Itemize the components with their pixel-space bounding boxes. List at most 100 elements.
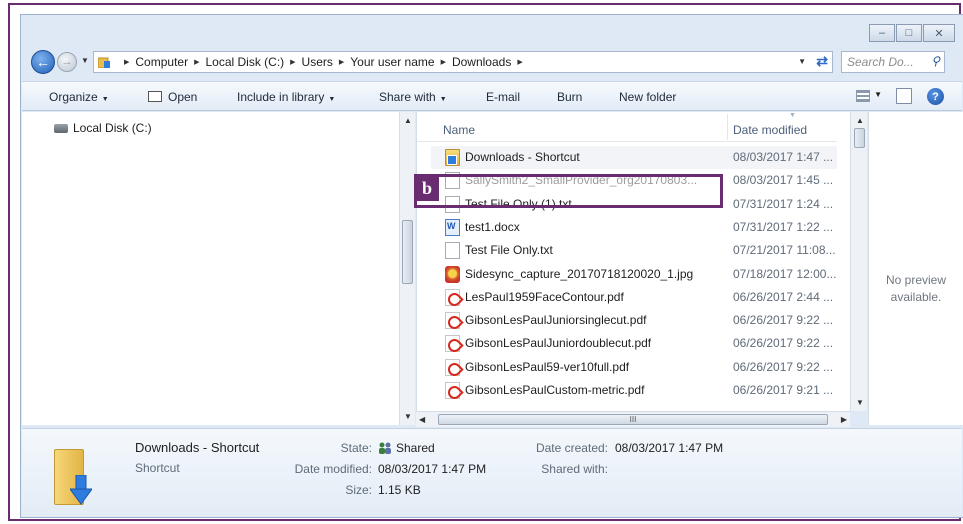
file-row[interactable]: GibsonLesPaulJuniorsinglecut.pdf 06/26/20… — [431, 309, 837, 332]
file-list-horizontal-scrollbar[interactable]: ◀ III ▶ — [416, 411, 850, 427]
preview-message: No preview available. — [869, 272, 963, 306]
breadcrumb-user-name[interactable]: Your user name — [350, 55, 434, 69]
file-name: GibsonLesPaulCustom-metric.pdf — [465, 383, 645, 397]
details-state-label: State: — [340, 441, 372, 455]
address-dropdown-icon[interactable]: ▼ — [798, 57, 806, 66]
new-folder-label: New folder — [619, 90, 677, 104]
search-icon[interactable]: ⚲ — [931, 54, 940, 68]
details-size-value: 1.15 KB — [378, 483, 421, 497]
file-name: GibsonLesPaulJuniorsinglecut.pdf — [465, 313, 647, 328]
details-item-name: Downloads - Shortcut — [135, 440, 260, 455]
breadcrumb-separator-icon[interactable]: ▶ — [441, 58, 446, 66]
details-date-modified-value: 08/03/2017 1:47 PM — [378, 462, 487, 476]
scroll-left-icon[interactable]: ◀ — [419, 415, 425, 424]
include-in-library-label: Include in library — [237, 90, 325, 104]
nav-item-label: Local Disk (C:) — [73, 121, 152, 135]
file-name: GibsonLesPaulJuniordoublecut.pdf — [465, 336, 652, 351]
address-bar[interactable]: ▶ Computer ▶ Local Disk (C:) ▶ Users ▶ Y… — [93, 51, 833, 73]
file-row[interactable]: GibsonLesPaulCustom-metric.pdf 06/26/2017… — [431, 379, 837, 402]
maximize-icon[interactable]: □ — [896, 24, 922, 42]
minimize-icon[interactable]: – — [869, 24, 895, 42]
back-arrow-icon[interactable]: ← — [31, 50, 55, 74]
scroll-up-icon[interactable]: ▲ — [404, 116, 412, 125]
file-row[interactable]: SallySmith2_SmallProvider_org20170803...… — [431, 169, 837, 192]
open-button[interactable]: Open — [148, 90, 197, 104]
navigation-scrollbar[interactable]: ▲ ▼ — [399, 112, 415, 425]
new-folder-button[interactable]: New folder — [619, 90, 676, 104]
preview-pane-icon[interactable] — [896, 88, 912, 104]
open-label: Open — [168, 90, 198, 104]
details-date-created-label: Date created: — [535, 441, 608, 455]
burn-button[interactable]: Burn — [557, 90, 582, 104]
breadcrumb-separator-icon[interactable]: ▶ — [517, 58, 522, 66]
column-header-name[interactable]: Name — [443, 123, 475, 137]
change-view-icon[interactable] — [856, 90, 870, 102]
organize-button[interactable]: Organize ▼ — [49, 90, 109, 104]
breadcrumb: ▶ Computer ▶ Local Disk (C:) ▶ Users ▶ Y… — [118, 55, 529, 69]
file-row[interactable]: Downloads - Shortcut 08/03/2017 1:47 ... — [431, 146, 837, 169]
scroll-down-icon[interactable]: ▼ — [856, 398, 864, 407]
breadcrumb-local-disk[interactable]: Local Disk (C:) — [205, 55, 284, 69]
breadcrumb-computer[interactable]: Computer — [135, 55, 188, 69]
file-name: GibsonLesPaul59-ver10full.pdf — [465, 359, 630, 374]
file-list: Name ▼ Date modified Downloads - Shortcu… — [416, 112, 850, 425]
file-date-modified: 07/21/2017 11:08... — [733, 243, 836, 258]
help-label: ? — [932, 90, 939, 103]
pdf-icon — [445, 312, 460, 330]
details-date-created-value: 08/03/2017 1:47 PM — [615, 441, 724, 455]
close-icon[interactable]: ✕ — [923, 24, 955, 42]
chevron-down-icon: ▼ — [439, 96, 447, 103]
details-date-modified-label: Date modified: — [294, 462, 372, 476]
breadcrumb-users[interactable]: Users — [302, 55, 333, 69]
file-name: Downloads - Shortcut — [465, 150, 580, 164]
chevron-down-icon: ▼ — [328, 96, 336, 103]
scrollbar-thumb[interactable] — [854, 128, 865, 148]
chevron-down-icon: ▼ — [101, 96, 109, 103]
file-date-modified: 06/26/2017 9:22 ... — [733, 359, 834, 374]
scrollbar-thumb[interactable] — [402, 220, 413, 284]
column-divider[interactable] — [727, 114, 728, 140]
details-state-text: Shared — [396, 441, 435, 455]
view-options-chevron-icon[interactable]: ▼ — [874, 90, 882, 99]
pdf-icon — [445, 288, 460, 306]
file-row[interactable]: Test File Only (1).txt 07/31/2017 1:24 ..… — [431, 193, 837, 216]
breadcrumb-downloads[interactable]: Downloads — [452, 55, 511, 69]
email-button[interactable]: E-mail — [486, 90, 520, 104]
burn-label: Burn — [557, 90, 583, 104]
column-header-row: Name ▼ Date modified — [417, 112, 837, 142]
breadcrumb-separator-icon[interactable]: ▶ — [194, 58, 199, 66]
forward-arrow-icon[interactable]: → — [57, 52, 77, 72]
organize-label: Organize — [49, 90, 98, 104]
file-row[interactable]: Sidesync_capture_20170718120020_1.jpg 07/… — [431, 263, 837, 286]
include-in-library-button[interactable]: Include in library ▼ — [237, 90, 335, 104]
file-row[interactable]: GibsonLesPaul59-ver10full.pdf 06/26/2017 … — [431, 356, 837, 379]
search-input[interactable]: Search Do... ⚲ — [841, 51, 945, 73]
scroll-up-icon[interactable]: ▲ — [856, 116, 864, 125]
breadcrumb-separator-icon[interactable]: ▶ — [290, 58, 295, 66]
column-header-date-modified[interactable]: Date modified — [733, 123, 807, 137]
folder-icon — [98, 57, 110, 68]
recent-pages-chevron-icon[interactable]: ▼ — [81, 56, 89, 65]
help-icon[interactable]: ? — [927, 88, 944, 105]
file-date-modified: 07/18/2017 12:00... — [733, 266, 837, 281]
file-date-modified: 06/26/2017 9:21 ... — [733, 383, 834, 397]
preview-line-2: available. — [890, 290, 942, 304]
details-shared-with-label: Shared with: — [541, 462, 608, 476]
preview-pane: No preview available. — [868, 112, 963, 425]
breadcrumb-separator-icon[interactable]: ▶ — [339, 58, 344, 66]
file-list-vertical-scrollbar[interactable]: ▲ ▼ — [850, 112, 867, 411]
file-row[interactable]: Test File Only.txt 07/21/2017 11:08... — [431, 239, 837, 262]
address-row: ← → ▼ ▶ Computer ▶ Local Disk (C:) ▶ Use… — [29, 49, 955, 75]
scroll-down-icon[interactable]: ▼ — [404, 412, 412, 421]
nav-item-local-disk[interactable]: Local Disk (C:) — [54, 121, 152, 135]
file-row[interactable]: LesPaul1959FaceContour.pdf 06/26/2017 2:4… — [431, 286, 837, 309]
scroll-right-icon[interactable]: ▶ — [841, 415, 847, 424]
refresh-icon[interactable]: ⇄ — [816, 53, 828, 70]
file-date-modified: 08/03/2017 1:45 ... — [733, 173, 834, 188]
file-row[interactable]: GibsonLesPaulJuniordoublecut.pdf 06/26/20… — [431, 332, 837, 355]
scrollbar-thumb[interactable]: III — [438, 414, 828, 425]
share-with-button[interactable]: Share with ▼ — [379, 90, 447, 104]
file-row[interactable]: test1.docx 07/31/2017 1:22 ... — [431, 216, 837, 239]
command-toolbar: Organize ▼ Open Include in library ▼ Share… — [22, 81, 962, 111]
file-icon — [445, 172, 460, 190]
